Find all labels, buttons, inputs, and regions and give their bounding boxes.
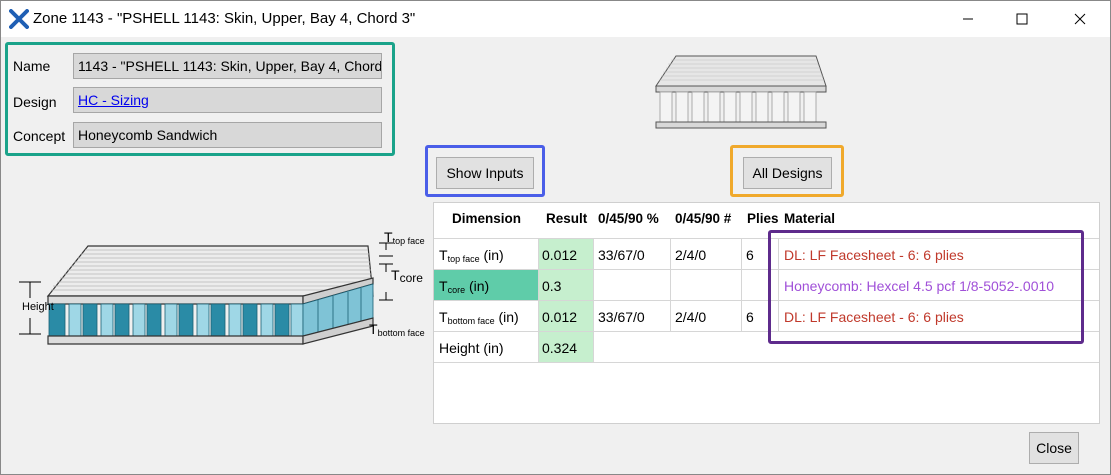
x-logo-icon [9, 9, 29, 32]
col-header-result: Result [546, 211, 588, 226]
plies-cell: 6 [746, 247, 754, 263]
result-cell: 0.324 [542, 340, 578, 356]
close-window-button[interactable] [1057, 3, 1103, 33]
col-header-material: Material [784, 211, 836, 226]
concept-label: Concept [13, 128, 66, 144]
result-cell: 0.012 [542, 309, 578, 325]
sandwich-thumbnail-icon [655, 55, 827, 129]
dimension-unit: (in) [494, 309, 519, 325]
col-header-dimension: Dimension [452, 211, 522, 226]
dimension-unit: (in) [479, 247, 504, 263]
maximize-icon [1016, 13, 1028, 25]
col-header-num: 0/45/90 # [675, 211, 732, 226]
materials-highlight [768, 230, 1084, 344]
t-bottom-face-main: T [369, 321, 378, 337]
dialog-window: Zone 1143 - "PSHELL 1143: Skin, Upper, B… [0, 0, 1111, 475]
design-label: Design [13, 94, 57, 110]
table-row[interactable]: Tbottom face (in) [439, 309, 519, 326]
dimension-sub: top face [447, 254, 480, 264]
name-label: Name [13, 58, 51, 74]
maximize-button[interactable] [999, 3, 1045, 33]
table-row[interactable]: Height (in) [439, 340, 504, 356]
concept-field[interactable]: Honeycomb Sandwich [73, 122, 382, 148]
grid-line [741, 238, 742, 331]
dimension-unit: (in) [465, 278, 490, 294]
grid-line [434, 362, 1099, 363]
minimize-icon [963, 18, 973, 20]
table-row[interactable]: Ttop face (in) [439, 247, 504, 264]
num-cell: 2/4/0 [675, 247, 707, 263]
num-cell: 2/4/0 [675, 309, 707, 325]
pct-cell: 33/67/0 [598, 247, 645, 263]
close-icon [1074, 13, 1086, 25]
col-header-pct: 0/45/90 % [598, 211, 659, 226]
minimize-button[interactable] [945, 3, 991, 33]
all-designs-button[interactable]: All Designs [743, 157, 832, 189]
table-row[interactable]: Tcore (in) [439, 278, 489, 295]
col-header-plies: Plies [747, 211, 779, 226]
design-field: HC - Sizing [73, 87, 382, 113]
dimension-sub: core [447, 285, 466, 295]
t-top-face-main: T [384, 229, 393, 245]
result-cell: 0.3 [542, 278, 562, 294]
t-top-face-label: Ttop face [384, 229, 425, 246]
show-inputs-button[interactable]: Show Inputs [436, 157, 534, 189]
dimension-main: T [439, 309, 448, 325]
dimension-main: T [439, 247, 448, 263]
plies-cell: 6 [746, 309, 754, 325]
sandwich-diagram [19, 242, 393, 345]
t-core-sub: core [399, 271, 423, 285]
t-bottom-face-label: Tbottom face [369, 321, 425, 338]
dimension-main: T [439, 278, 448, 294]
grid-line [670, 238, 671, 331]
name-field[interactable]: 1143 - "PSHELL 1143: Skin, Upper, Bay 4,… [73, 53, 382, 79]
window-title: Zone 1143 - "PSHELL 1143: Skin, Upper, B… [33, 10, 416, 27]
height-label: Height [22, 301, 54, 313]
pct-cell: 33/67/0 [598, 309, 645, 325]
close-button[interactable]: Close [1029, 432, 1079, 464]
design-link[interactable]: HC - Sizing [78, 92, 149, 108]
title-bar: Zone 1143 - "PSHELL 1143: Skin, Upper, B… [1, 1, 1110, 37]
grid-line [593, 238, 594, 362]
t-core-label: Tcore [391, 267, 423, 285]
t-core-main: T [391, 267, 400, 283]
t-bottom-face-sub: bottom face [377, 328, 425, 338]
dimension-sub: bottom face [447, 316, 495, 326]
result-cell: 0.012 [542, 247, 578, 263]
grid-line [538, 238, 539, 362]
t-top-face-sub: top face [392, 236, 425, 246]
